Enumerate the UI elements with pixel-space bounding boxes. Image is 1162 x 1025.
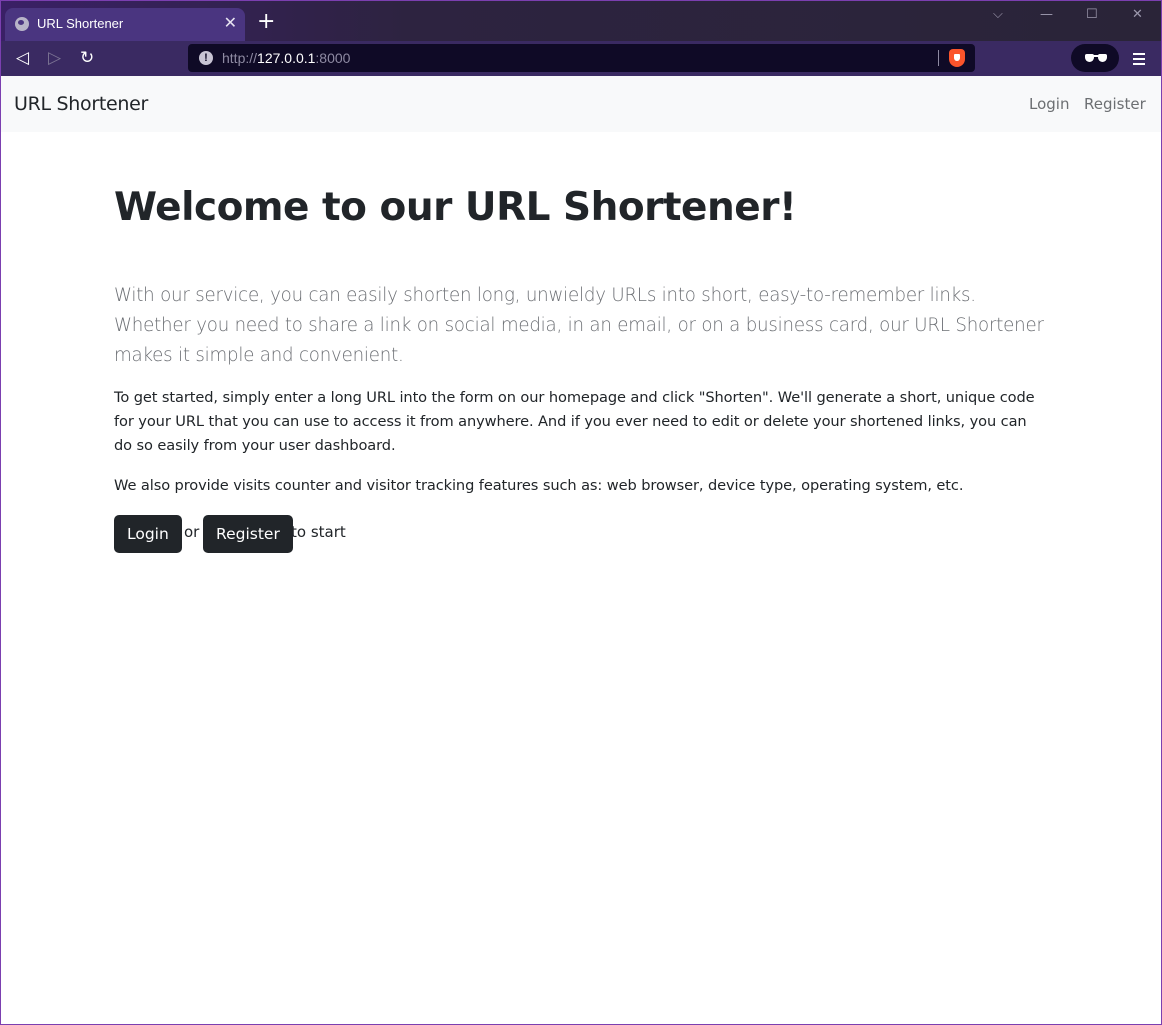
nav-login-link[interactable]: Login	[1029, 95, 1069, 113]
reload-button[interactable]: ↻	[80, 48, 94, 68]
cta-suffix-text: to start	[291, 523, 346, 541]
site-navbar: URL Shortener Login Register	[1, 76, 1161, 132]
close-tab-icon[interactable]: ✕	[224, 13, 237, 32]
address-bar-divider	[938, 50, 939, 66]
register-button[interactable]: Register	[203, 515, 293, 553]
page-title: Welcome to our URL Shortener!	[114, 185, 797, 230]
globe-icon	[15, 17, 29, 31]
url-text[interactable]: http://127.0.0.1:8000	[222, 50, 350, 66]
url-host: 127.0.0.1	[257, 50, 316, 66]
browser-chrome: URL Shortener ✕ + ⌵ — ☐ ✕ ◁ ▷ ↻ ! http:/…	[1, 1, 1161, 76]
private-window-indicator[interactable]	[1071, 44, 1119, 72]
minimize-button[interactable]: —	[1040, 7, 1053, 22]
sunglasses-icon	[1085, 54, 1107, 63]
tab-title: URL Shortener	[37, 16, 124, 31]
features-paragraph: We also provide visits counter and visit…	[114, 477, 964, 494]
main-content: Welcome to our URL Shortener! With our s…	[114, 132, 1044, 553]
nav-register-link[interactable]: Register	[1084, 95, 1146, 113]
lead-paragraph: With our service, you can easily shorten…	[114, 285, 1044, 366]
login-button[interactable]: Login	[114, 515, 182, 553]
navbar-brand[interactable]: URL Shortener	[14, 93, 148, 115]
url-scheme: http://	[222, 50, 258, 66]
tab-strip: URL Shortener ✕ + ⌵ — ☐ ✕	[1, 1, 1161, 41]
browser-tab-active[interactable]: URL Shortener ✕	[5, 8, 245, 41]
cta-or-text: or	[184, 523, 200, 541]
site-info-icon[interactable]: !	[199, 51, 213, 65]
url-port: :8000	[315, 50, 351, 66]
forward-button[interactable]: ▷	[48, 48, 61, 68]
browser-window: URL Shortener ✕ + ⌵ — ☐ ✕ ◁ ▷ ↻ ! http:/…	[0, 0, 1162, 1025]
back-button[interactable]: ◁	[16, 48, 29, 68]
instructions-paragraph: To get started, simply enter a long URL …	[114, 389, 1035, 454]
brave-shields-icon[interactable]	[949, 49, 965, 67]
hamburger-menu-icon[interactable]	[1133, 53, 1145, 65]
tab-search-dropdown-icon[interactable]: ⌵	[993, 7, 1003, 22]
cta-row: Login or Register to start	[114, 515, 1044, 553]
address-bar[interactable]: ! http://127.0.0.1:8000	[188, 44, 975, 72]
browser-toolbar: ◁ ▷ ↻ ! http://127.0.0.1:8000	[1, 41, 1161, 76]
close-window-button[interactable]: ✕	[1132, 7, 1143, 22]
maximize-button[interactable]: ☐	[1086, 7, 1098, 22]
new-tab-button[interactable]: +	[257, 11, 275, 33]
